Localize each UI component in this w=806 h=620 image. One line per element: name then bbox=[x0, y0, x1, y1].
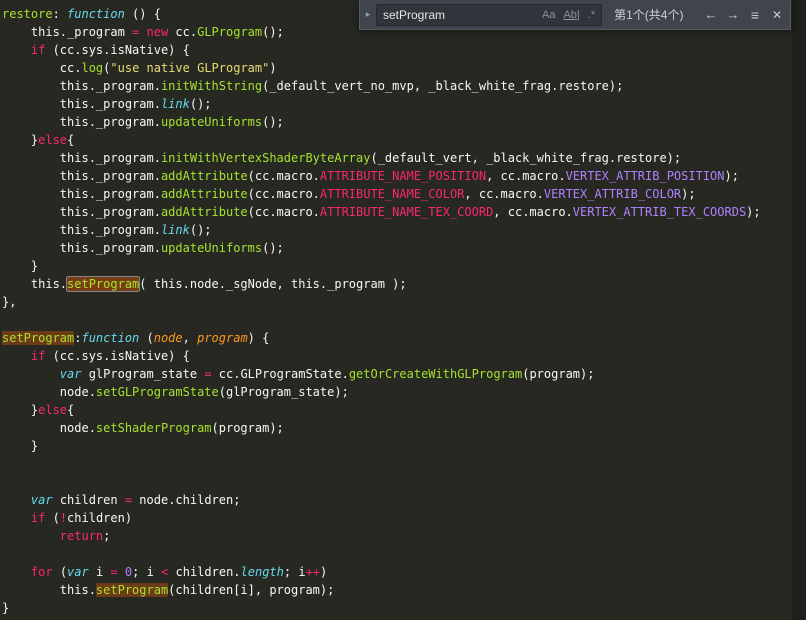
code-area[interactable]: restore: function () { this._program = n… bbox=[0, 0, 792, 620]
code-line: }else{ bbox=[2, 133, 75, 147]
code-line: this._program.addAttribute(cc.macro.ATTR… bbox=[2, 205, 761, 219]
code-line: this._program.initWithVertexShaderByteAr… bbox=[2, 151, 682, 165]
close-find-button[interactable]: ✕ bbox=[766, 0, 788, 30]
code-line: this.setProgram( this.node._sgNode, this… bbox=[2, 276, 407, 292]
code-line: for (var i = 0; i < children.length; i++… bbox=[30, 565, 328, 579]
search-match: setProgram bbox=[95, 583, 169, 597]
code-line: return; bbox=[59, 529, 111, 543]
scrollbar-track[interactable] bbox=[792, 0, 806, 620]
code-line: if (cc.sys.isNative) { bbox=[30, 43, 190, 57]
code-line: if (cc.sys.isNative) { bbox=[30, 349, 190, 363]
code-line: this._program.addAttribute(cc.macro.ATTR… bbox=[2, 169, 739, 183]
code-line: this.setProgram(children[i], program); bbox=[2, 583, 335, 597]
code-line: node.setShaderProgram(program); bbox=[2, 421, 284, 435]
code-line: node.setGLProgramState(glProgram_state); bbox=[2, 385, 349, 399]
code-line: }else{ bbox=[2, 403, 75, 417]
code-line: }, bbox=[2, 295, 17, 309]
find-input[interactable] bbox=[383, 7, 538, 22]
find-widget: ▸ Aa Ab| .* 第1个(共4个) ← → ≡ ✕ bbox=[359, 0, 791, 30]
regex-button[interactable]: .* bbox=[584, 5, 599, 25]
toggle-replace-button[interactable]: ▸ bbox=[360, 0, 376, 29]
chevron-right-icon: ▸ bbox=[365, 9, 371, 19]
code-line: this._program.link(); bbox=[2, 223, 212, 237]
match-case-button[interactable]: Aa bbox=[538, 5, 559, 25]
code-line: this._program.link(); bbox=[2, 97, 212, 111]
search-match-current: setProgram bbox=[66, 276, 141, 292]
find-input-wrap: Aa Ab| .* bbox=[376, 3, 603, 26]
next-match-button[interactable]: → bbox=[722, 0, 744, 30]
code-line: var children = node.children; bbox=[30, 493, 241, 507]
code-line: } bbox=[2, 439, 39, 453]
code-line: } bbox=[2, 601, 10, 615]
code-line: this._program.updateUniforms(); bbox=[2, 241, 284, 255]
previous-match-button[interactable]: ← bbox=[700, 0, 722, 30]
code-line: if (!children) bbox=[30, 511, 133, 525]
search-match: setProgram bbox=[2, 331, 75, 345]
code-line: this._program.updateUniforms(); bbox=[2, 115, 284, 129]
find-in-selection-button[interactable]: ≡ bbox=[744, 0, 766, 30]
code-line: this._program.initWithString(_default_ve… bbox=[2, 79, 624, 93]
code-line: this._program.addAttribute(cc.macro.ATTR… bbox=[2, 187, 696, 201]
code-line: cc.log("use native GLProgram") bbox=[2, 61, 277, 75]
whole-word-button[interactable]: Ab| bbox=[559, 5, 583, 25]
code-line: var glProgram_state = cc.GLProgramState.… bbox=[59, 367, 595, 381]
match-count: 第1个(共4个) bbox=[614, 8, 684, 22]
code-line: } bbox=[2, 259, 39, 273]
code-line: setProgram:function (node, program) { bbox=[2, 331, 270, 345]
